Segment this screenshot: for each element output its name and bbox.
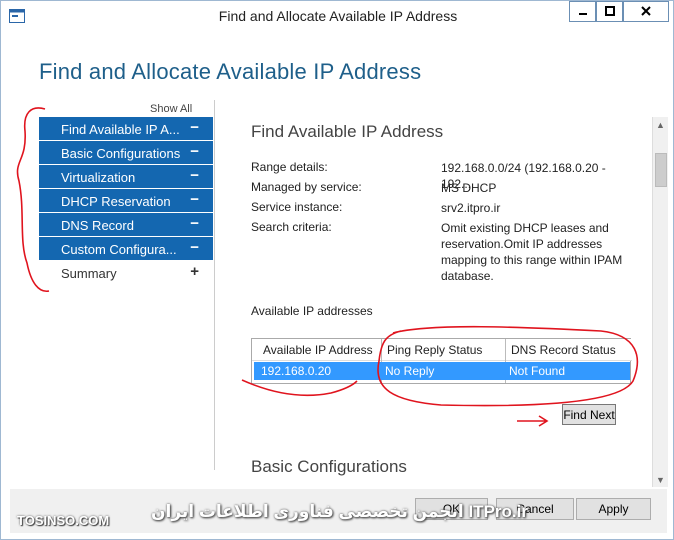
dialog-content: Find and Allocate Available IP Address S… [10, 32, 668, 487]
detail-key: Service instance: [251, 200, 343, 214]
nav-item-basic-configurations[interactable]: Basic Configurations − [39, 141, 213, 165]
cell-ping: No Reply [385, 364, 435, 378]
scroll-down-icon[interactable]: ▼ [656, 475, 665, 485]
column-header-dns[interactable]: DNS Record Status [511, 343, 616, 357]
minimize-icon [578, 5, 588, 19]
find-next-button[interactable]: Find Next [562, 404, 616, 425]
nav-item-label: DHCP Reservation [61, 194, 171, 209]
title-bar[interactable]: Find and Allocate Available IP Address [1, 1, 673, 32]
maximize-icon [604, 5, 615, 19]
cell-ip: 192.168.0.20 [261, 364, 332, 378]
nav-item-label: DNS Record [61, 218, 134, 233]
collapse-icon[interactable]: − [190, 239, 199, 256]
nav-item-dns-record[interactable]: DNS Record − [39, 213, 213, 237]
nav-item-find-available-ip[interactable]: Find Available IP A... − [39, 117, 213, 141]
dialog-heading: Find and Allocate Available IP Address [39, 59, 422, 84]
maximize-button[interactable] [596, 1, 623, 22]
close-button[interactable] [623, 1, 669, 22]
column-header-ping[interactable]: Ping Reply Status [387, 343, 482, 357]
watermark-tosinso: TOSINSO.COM [17, 513, 110, 528]
scroll-up-icon[interactable]: ▲ [656, 120, 665, 130]
next-section-title: Basic Configurations [251, 457, 407, 476]
nav-item-dhcp-reservation[interactable]: DHCP Reservation − [39, 189, 213, 213]
apply-button[interactable]: Apply [576, 498, 651, 520]
detail-key: Managed by service: [251, 180, 362, 194]
grid-header: Available IP Address Ping Reply Status D… [252, 339, 632, 361]
show-all-link[interactable]: Show All [150, 103, 192, 115]
nav-item-custom-configurations[interactable]: Custom Configura... − [39, 237, 213, 261]
available-ip-grid[interactable]: Available IP Address Ping Reply Status D… [251, 338, 632, 384]
detail-key: Search criteria: [251, 220, 332, 234]
nav-item-label: Custom Configura... [61, 242, 177, 257]
detail-value: MS DHCP [441, 181, 497, 195]
nav-item-label: Basic Configurations [61, 146, 181, 161]
table-row[interactable]: 192.168.0.20 No Reply Not Found [254, 362, 630, 380]
vertical-scrollbar[interactable]: ▲ ▼ [652, 117, 668, 487]
nav-item-virtualization[interactable]: Virtualization − [39, 165, 213, 189]
detail-key: Range details: [251, 160, 328, 174]
section-title: Find Available IP Address [251, 122, 444, 141]
detail-value: Omit existing DHCP leases and reservatio… [441, 221, 623, 283]
minimize-button[interactable] [569, 1, 596, 22]
column-header-ip[interactable]: Available IP Address [263, 343, 373, 357]
nav-item-label: Find Available IP A... [61, 122, 180, 137]
wizard-nav: Find Available IP A... − Basic Configura… [39, 117, 213, 285]
collapse-icon[interactable]: − [190, 167, 199, 184]
main-panel: Find Available IP Address Range details:… [215, 100, 655, 480]
watermark-itpro: انجمن تخصصی فناوری اطلاعات ایران ITPro.i… [151, 502, 528, 521]
available-ip-label: Available IP addresses [251, 304, 373, 318]
cell-dns: Not Found [509, 364, 566, 378]
nav-item-label: Virtualization [61, 170, 136, 185]
expand-icon[interactable]: + [190, 263, 199, 280]
scroll-thumb[interactable] [655, 153, 667, 187]
collapse-icon[interactable]: − [190, 191, 199, 208]
close-icon [641, 5, 651, 19]
collapse-icon[interactable]: − [190, 143, 199, 160]
nav-item-summary[interactable]: Summary + [39, 261, 213, 285]
dialog-window: Find and Allocate Available IP Address F… [0, 0, 674, 540]
nav-item-label: Summary [61, 266, 117, 281]
detail-value: srv2.itpro.ir [441, 201, 501, 215]
collapse-icon[interactable]: − [190, 119, 199, 136]
collapse-icon[interactable]: − [190, 215, 199, 232]
